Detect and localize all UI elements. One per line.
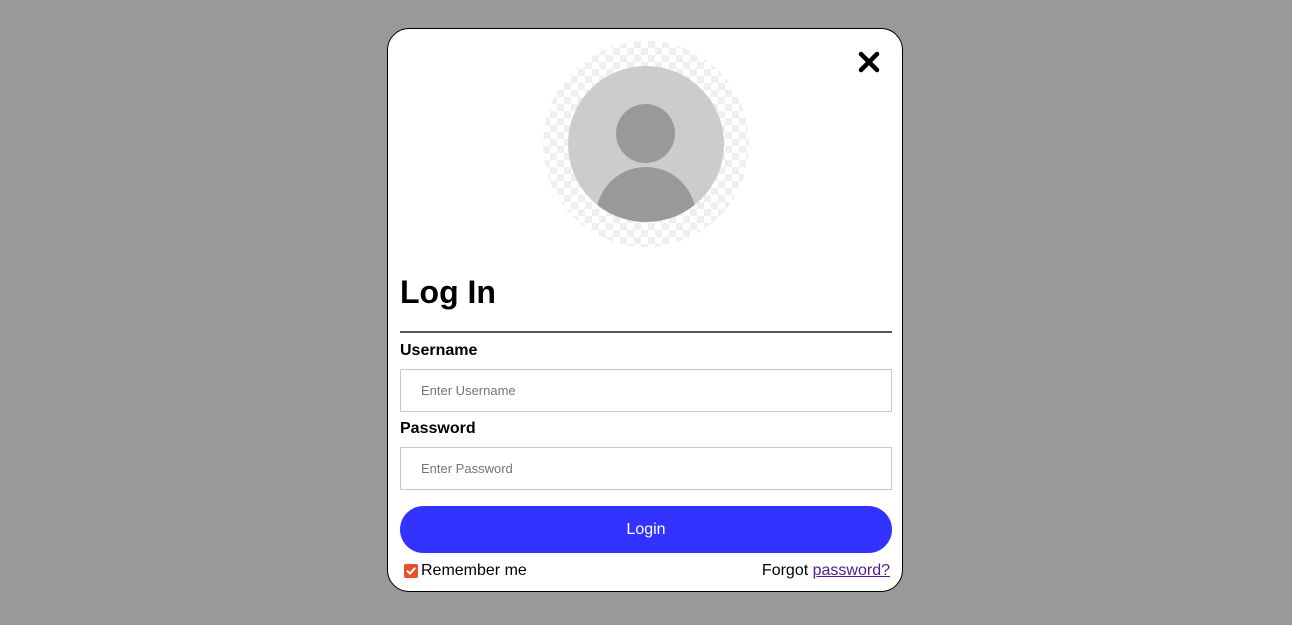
forgot-prefix: Forgot — [761, 562, 809, 579]
avatar-body — [596, 167, 696, 222]
close-icon[interactable] — [857, 50, 881, 74]
user-avatar-icon — [568, 66, 724, 222]
avatar-frame — [543, 41, 749, 247]
password-input[interactable] — [400, 447, 892, 490]
username-label: Username — [400, 342, 478, 359]
remember-me-checkbox[interactable] — [404, 564, 418, 578]
dialog-title: Log In — [400, 274, 496, 310]
username-input[interactable] — [400, 369, 892, 412]
login-button[interactable]: Login — [400, 506, 892, 553]
login-modal: Log In Username Password Login Remember … — [387, 28, 903, 592]
remember-me-label: Remember me — [421, 562, 527, 579]
password-label: Password — [400, 420, 476, 437]
avatar-head — [616, 104, 675, 163]
remember-me: Remember me — [404, 561, 527, 581]
forgot-password: Forgot password? — [762, 561, 890, 581]
forgot-password-link[interactable]: password? — [813, 562, 890, 579]
divider — [400, 331, 892, 333]
